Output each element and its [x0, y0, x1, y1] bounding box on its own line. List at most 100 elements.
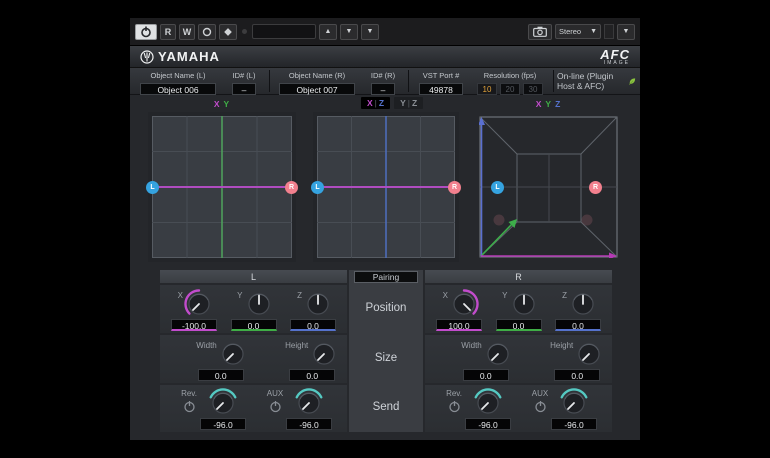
tab-xz-view[interactable]: X | Z: [361, 97, 390, 109]
right-height-knob[interactable]: [573, 338, 605, 370]
y-knob-label: Y: [233, 288, 243, 300]
preset-menu-button[interactable]: ▼: [361, 24, 379, 40]
resolution-option-10[interactable]: 10: [477, 83, 497, 95]
plugin-activate-button[interactable]: [135, 24, 157, 40]
right-height-value[interactable]: 0.0: [554, 369, 600, 381]
right-rev-value[interactable]: -96.0: [465, 418, 511, 430]
bypass-button[interactable]: [198, 24, 216, 40]
x-knob-label: X: [438, 288, 448, 300]
right-rev-knob[interactable]: [472, 387, 504, 419]
preset-name-field[interactable]: [252, 24, 316, 39]
left-x-knob[interactable]: [183, 288, 215, 320]
afc-wordmark: AFC: [600, 48, 630, 61]
right-width-group: Width 0.0: [451, 338, 521, 381]
x-knob-label: X: [173, 288, 183, 300]
parameter-bar: Object Name (L) Object 006 ID# (L) – Obj…: [130, 68, 640, 95]
right-x-knob[interactable]: [448, 288, 480, 320]
z-axis-letter: Z: [412, 98, 417, 108]
xy-top-view-panel[interactable]: L R: [148, 112, 296, 262]
pairing-button[interactable]: Pairing: [354, 271, 418, 283]
xyz-3d-view-panel[interactable]: L R: [475, 112, 622, 262]
xz-front-view-panel[interactable]: L R: [313, 112, 459, 262]
z-knob-label: Z: [557, 288, 567, 300]
host-toolbar: R W ▲ ▼ ▼ Stereo ▼ ▼: [130, 18, 640, 46]
right-x-value[interactable]: 100.0: [436, 319, 482, 331]
routing-menu-button[interactable]: ▼: [617, 24, 635, 40]
vst-port-group: VST Port # 49878: [412, 68, 470, 94]
compare-button[interactable]: [219, 24, 237, 40]
aux-knob-label: AUX: [532, 389, 548, 398]
left-width-value[interactable]: 0.0: [198, 369, 244, 381]
left-rev-value[interactable]: -96.0: [200, 418, 246, 430]
left-aux-value[interactable]: -96.0: [286, 418, 332, 430]
snapshot-button[interactable]: [528, 24, 552, 40]
object-l-marker[interactable]: L: [491, 181, 504, 194]
write-automation-button[interactable]: W: [179, 24, 195, 40]
z-knob-label: Z: [292, 288, 302, 300]
left-height-value[interactable]: 0.0: [289, 369, 335, 381]
section-label-column: Pairing Position Size Send: [349, 270, 423, 432]
id-r-label: ID# (R): [371, 71, 395, 80]
z-axis-letter: Z: [379, 98, 384, 108]
dropdown-arrow-icon: ▼: [367, 28, 374, 35]
preset-previous-button[interactable]: ▲: [319, 24, 337, 40]
controls-section: L X -100.0 Y 0.0 Z 0.0 Width 0.0: [160, 270, 612, 432]
right-aux-knob[interactable]: [558, 387, 590, 419]
power-icon[interactable]: [269, 400, 282, 413]
object-r-marker[interactable]: R: [285, 181, 298, 194]
object-l-marker[interactable]: L: [146, 181, 159, 194]
y-axis-letter: Y: [400, 98, 406, 108]
channel-mode-select[interactable]: Stereo ▼: [555, 24, 601, 39]
left-width-group: Width 0.0: [186, 338, 256, 381]
xy-grid: [152, 116, 292, 258]
diamond-icon: [223, 27, 233, 37]
left-object-column: L X -100.0 Y 0.0 Z 0.0 Width 0.0: [160, 270, 347, 432]
right-width-knob[interactable]: [482, 338, 514, 370]
left-y-knob[interactable]: [243, 288, 275, 320]
right-z-knob[interactable]: [567, 288, 599, 320]
right-z-value[interactable]: 0.0: [555, 319, 601, 331]
read-automation-button[interactable]: R: [160, 24, 176, 40]
online-status: On-line (Plugin Host & AFC): [557, 68, 636, 94]
resolution-options: 10 20 30: [477, 83, 543, 95]
tab-separator: |: [408, 98, 410, 108]
left-height-knob[interactable]: [308, 338, 340, 370]
id-r-group: ID# (R) –: [361, 68, 405, 94]
preset-next-button[interactable]: ▼: [340, 24, 358, 40]
left-aux-knob[interactable]: [293, 387, 325, 419]
status-dot: [242, 29, 247, 34]
left-z-knob[interactable]: [302, 288, 334, 320]
left-position-row: X -100.0 Y 0.0 Z 0.0: [160, 285, 347, 333]
object-r-marker[interactable]: R: [589, 181, 602, 194]
id-r-value[interactable]: –: [371, 83, 395, 95]
left-z-value[interactable]: 0.0: [290, 319, 336, 331]
left-x-value[interactable]: -100.0: [171, 319, 217, 331]
resolution-option-20[interactable]: 20: [500, 83, 520, 95]
power-icon[interactable]: [534, 400, 547, 413]
right-y-knob[interactable]: [508, 288, 540, 320]
right-aux-value[interactable]: -96.0: [551, 418, 597, 430]
left-width-knob[interactable]: [217, 338, 249, 370]
view-tab-row: X Y X | Z Y | Z X Y Z: [130, 96, 640, 112]
right-size-row: Width 0.0 Height 0.0: [425, 335, 612, 383]
tab-yz-view[interactable]: Y | Z: [394, 97, 423, 109]
right-y-value[interactable]: 0.0: [496, 319, 542, 331]
id-l-value[interactable]: –: [232, 83, 256, 95]
power-icon[interactable]: [448, 400, 461, 413]
left-y-value[interactable]: 0.0: [231, 319, 277, 331]
object-name-r-value[interactable]: Object 007: [279, 83, 355, 95]
rev-knob-label: Rev.: [446, 389, 462, 398]
object-r-marker[interactable]: R: [448, 181, 461, 194]
left-rev-knob[interactable]: [207, 387, 239, 419]
y-axis-letter: Y: [224, 99, 231, 109]
power-icon: [140, 26, 152, 38]
resolution-option-30[interactable]: 30: [523, 83, 543, 95]
right-width-value[interactable]: 0.0: [463, 369, 509, 381]
object-name-l-label: Object Name (L): [150, 71, 205, 80]
object-l-marker[interactable]: L: [311, 181, 324, 194]
power-icon[interactable]: [183, 400, 196, 413]
divider: [553, 70, 554, 92]
object-name-l-value[interactable]: Object 006: [140, 83, 216, 95]
object-name-r-group: Object Name (R) Object 007: [273, 68, 361, 94]
vst-port-value[interactable]: 49878: [419, 83, 463, 95]
